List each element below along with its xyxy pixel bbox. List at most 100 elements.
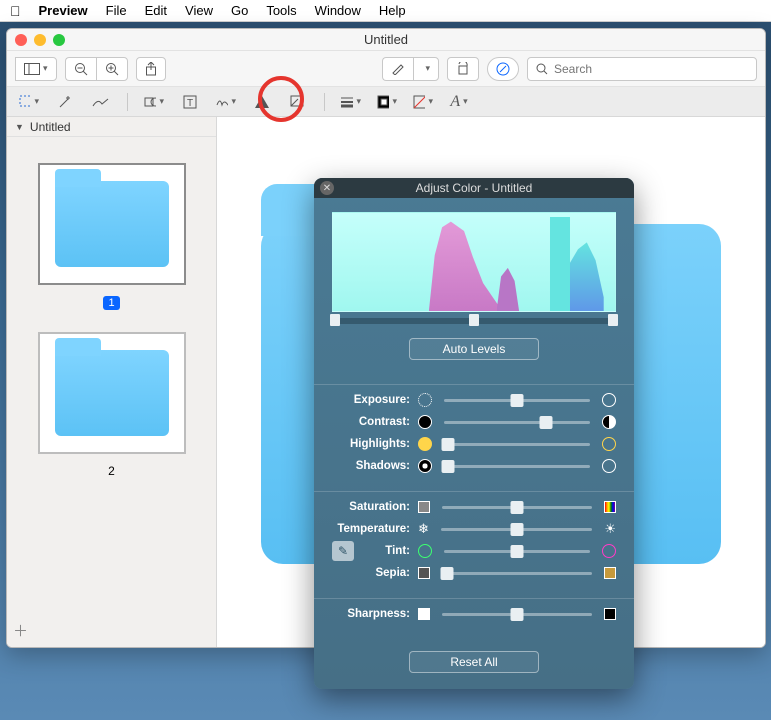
fill-color-icon xyxy=(413,95,425,109)
chevron-down-icon: ▾ xyxy=(43,63,48,74)
fill-color-tool[interactable]: ▾ xyxy=(413,95,433,109)
adjust-color-panel: ✕ Adjust Color - Untitled Auto Levels Ex… xyxy=(314,178,634,689)
markup-button[interactable] xyxy=(382,57,413,81)
saturation-label: Saturation: xyxy=(332,501,410,513)
zoom-window-button[interactable] xyxy=(53,34,65,46)
panel-close-button[interactable]: ✕ xyxy=(320,181,334,195)
tint-eyedropper-button[interactable]: ✎ xyxy=(332,541,354,561)
levels-mid-point-handle[interactable] xyxy=(469,314,479,326)
markup-toolbar-toggle[interactable] xyxy=(487,57,519,81)
sepia-high-icon xyxy=(604,567,616,579)
folder-icon xyxy=(38,332,186,454)
exposure-label: Exposure: xyxy=(332,394,410,406)
menu-file[interactable]: File xyxy=(106,3,127,18)
signature-icon xyxy=(216,95,228,109)
contrast-high-icon xyxy=(602,415,616,429)
saturation-slider[interactable]: Saturation: xyxy=(332,496,616,518)
temperature-warm-icon: ☀︎ xyxy=(604,521,616,537)
levels-white-point-handle[interactable] xyxy=(608,314,618,326)
tint-magenta-icon xyxy=(602,544,616,558)
shapes-icon xyxy=(144,95,156,109)
auto-levels-button[interactable]: Auto Levels xyxy=(409,338,539,360)
sepia-slider[interactable]: Sepia: xyxy=(332,562,616,584)
pencil-draw-icon xyxy=(92,96,110,108)
selection-tool[interactable]: ▾ xyxy=(19,95,39,109)
levels-slider[interactable] xyxy=(332,318,616,324)
shadows-label: Shadows: xyxy=(332,460,410,472)
panel-title: Adjust Color - Untitled xyxy=(416,181,533,195)
light-group: Exposure: Contrast: Highlights: Shadows: xyxy=(314,385,634,492)
menu-view[interactable]: View xyxy=(185,3,213,18)
zoom-out-button[interactable] xyxy=(65,57,96,81)
zoom-in-button[interactable] xyxy=(96,57,128,81)
exposure-knob[interactable] xyxy=(511,394,524,407)
tint-label: Tint: xyxy=(362,545,410,557)
sharpness-low-icon xyxy=(418,608,430,620)
text-style-tool[interactable]: A▾ xyxy=(449,93,469,111)
view-mode-button[interactable]: ▾ xyxy=(15,57,57,81)
minimize-window-button[interactable] xyxy=(34,34,46,46)
disclosure-triangle-icon[interactable]: ▼ xyxy=(15,122,24,132)
highlights-low-icon xyxy=(418,437,432,451)
sidebar-header[interactable]: ▼ Untitled xyxy=(7,117,216,137)
highlighter-icon xyxy=(391,63,405,75)
border-color-icon xyxy=(377,95,389,109)
sharpness-knob[interactable] xyxy=(511,608,524,621)
add-page-button[interactable]: ＋ xyxy=(13,620,28,641)
tint-slider[interactable]: ✎ Tint: xyxy=(332,540,616,562)
rotate-icon xyxy=(456,62,470,76)
temperature-slider[interactable]: Temperature: ❄︎ ☀︎ xyxy=(332,518,616,540)
shadows-slider[interactable]: Shadows: xyxy=(332,455,616,477)
apple-menu-icon[interactable]:  xyxy=(10,3,21,19)
shadows-knob[interactable] xyxy=(442,460,455,473)
menu-help[interactable]: Help xyxy=(379,3,406,18)
saturation-high-icon xyxy=(604,501,616,513)
share-button[interactable] xyxy=(136,57,166,81)
markup-menu-button[interactable]: ▾ xyxy=(413,57,439,81)
menu-window[interactable]: Window xyxy=(315,3,361,18)
highlights-slider[interactable]: Highlights: xyxy=(332,433,616,455)
thumbnails-sidebar: ▼ Untitled 1 2 ＋ xyxy=(7,117,217,647)
page-thumbnail-2[interactable]: 2 xyxy=(38,332,186,478)
search-input[interactable] xyxy=(554,62,748,76)
sketch-tool[interactable] xyxy=(91,96,111,108)
zoom-in-icon xyxy=(105,62,119,76)
shadows-high-icon xyxy=(602,459,616,473)
zoom-out-icon xyxy=(74,62,88,76)
close-window-button[interactable] xyxy=(15,34,27,46)
reset-all-button[interactable]: Reset All xyxy=(409,651,539,673)
temperature-knob[interactable] xyxy=(510,523,523,536)
levels-black-point-handle[interactable] xyxy=(330,314,340,326)
search-icon xyxy=(536,63,548,75)
sepia-label: Sepia: xyxy=(332,567,410,579)
contrast-slider[interactable]: Contrast: xyxy=(332,411,616,433)
search-field[interactable] xyxy=(527,57,757,81)
temperature-label: Temperature: xyxy=(332,523,410,535)
sharpness-label: Sharpness: xyxy=(332,608,410,620)
contrast-knob[interactable] xyxy=(540,416,553,429)
sepia-knob[interactable] xyxy=(440,567,453,580)
chevron-down-icon: ▾ xyxy=(425,63,430,74)
menu-go[interactable]: Go xyxy=(231,3,248,18)
exposure-slider[interactable]: Exposure: xyxy=(332,389,616,411)
rotate-button[interactable] xyxy=(447,57,479,81)
system-menubar:  Preview File Edit View Go Tools Window… xyxy=(0,0,771,22)
menu-tools[interactable]: Tools xyxy=(266,3,296,18)
tint-knob[interactable] xyxy=(511,545,524,558)
text-tool[interactable]: T xyxy=(180,95,200,109)
highlights-knob[interactable] xyxy=(442,438,455,451)
line-style-tool[interactable]: ▾ xyxy=(341,96,361,108)
sepia-low-icon xyxy=(418,567,430,579)
panel-titlebar[interactable]: ✕ Adjust Color - Untitled xyxy=(314,178,634,198)
histogram xyxy=(332,212,616,312)
sharpness-slider[interactable]: Sharpness: xyxy=(332,603,616,625)
border-color-tool[interactable]: ▾ xyxy=(377,95,397,109)
sharpness-group: Sharpness: xyxy=(314,599,634,643)
sign-tool[interactable]: ▾ xyxy=(216,95,236,109)
page-thumbnail-1[interactable]: 1 xyxy=(38,163,186,310)
menu-edit[interactable]: Edit xyxy=(145,3,167,18)
saturation-knob[interactable] xyxy=(511,501,524,514)
shapes-tool[interactable]: ▾ xyxy=(144,95,164,109)
app-menu[interactable]: Preview xyxy=(39,3,88,18)
instant-alpha-tool[interactable] xyxy=(55,94,75,110)
